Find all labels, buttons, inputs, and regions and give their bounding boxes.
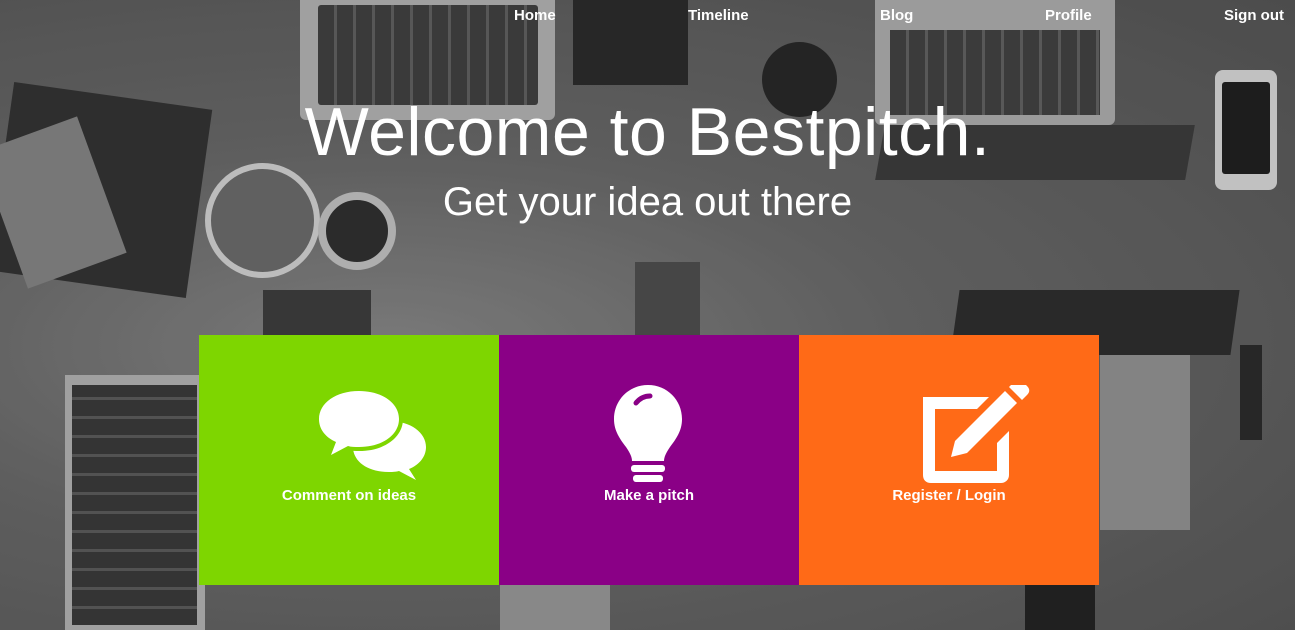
comments-icon: [199, 385, 499, 485]
nav-home-link[interactable]: Home: [514, 7, 556, 24]
hero-subtitle: Get your idea out there: [442, 180, 853, 224]
lightbulb-icon: [499, 385, 799, 485]
comment-on-ideas-card[interactable]: Comment on ideas: [199, 335, 499, 585]
feature-cards: Comment on ideas Make a pitch Register /…: [199, 335, 1099, 585]
make-a-pitch-card[interactable]: Make a pitch: [499, 335, 799, 585]
top-nav: Home Timeline Blog Profile Sign out: [0, 0, 1295, 30]
nav-timeline-link[interactable]: Timeline: [688, 7, 749, 24]
nav-signout-link[interactable]: Sign out: [1224, 7, 1284, 24]
nav-profile-link[interactable]: Profile: [1045, 7, 1092, 24]
comment-on-ideas-label: Comment on ideas: [281, 487, 417, 504]
register-login-label: Register / Login: [892, 487, 1006, 504]
register-login-card[interactable]: Register / Login: [799, 335, 1099, 585]
hero-title: Welcome to Bestpitch.: [0, 93, 1295, 171]
nav-blog-link[interactable]: Blog: [880, 7, 913, 24]
make-a-pitch-label: Make a pitch: [603, 487, 695, 504]
hero-title-text: Welcome to Bestpitch.: [304, 94, 991, 170]
edit-icon: [799, 385, 1099, 485]
